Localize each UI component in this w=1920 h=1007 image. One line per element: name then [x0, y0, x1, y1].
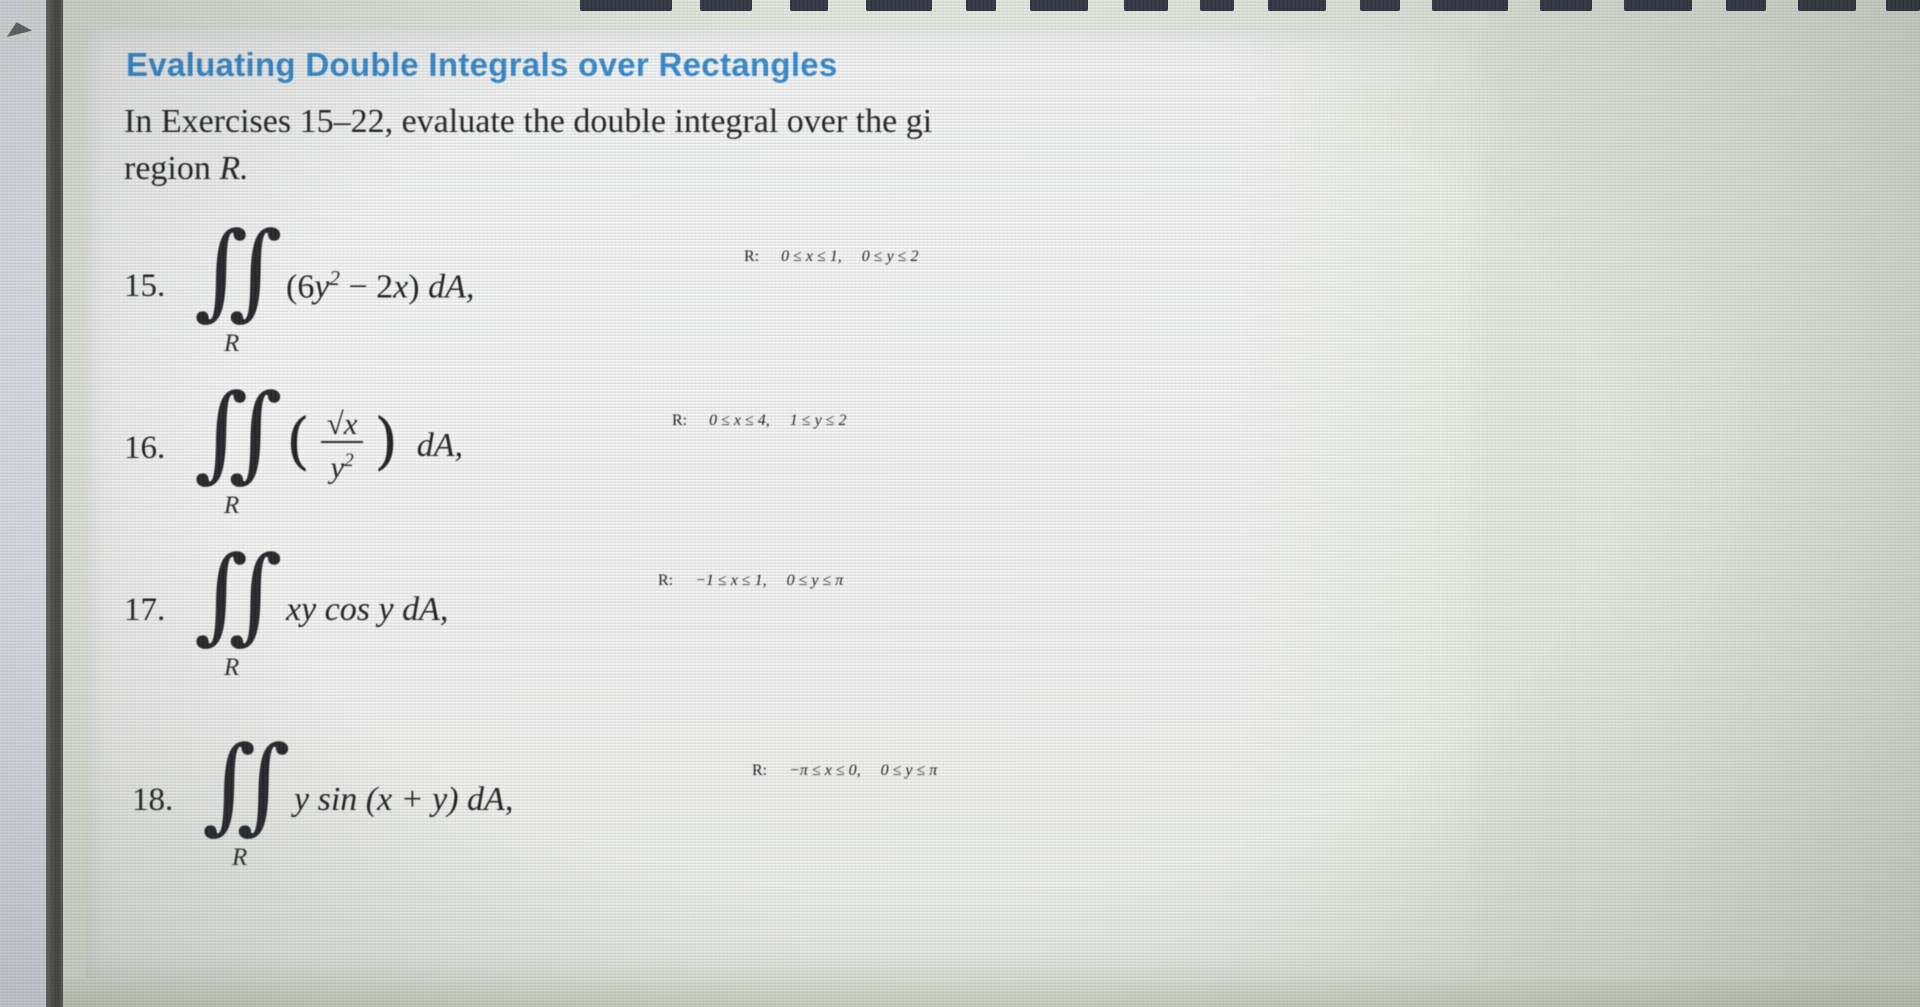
integral-subscript: R: [224, 492, 240, 519]
section-heading: Evaluating Double Integrals over Rectang…: [126, 46, 838, 83]
integrand-expression: (6y2 − 2x) dA,: [286, 265, 475, 306]
double-integral-icon: ∬ R: [194, 533, 283, 681]
integrand-expression: y sin (x + y) dA,: [294, 781, 514, 818]
right-paren: ): [373, 403, 399, 477]
region-bounds: −1 ≤ x ≤ 1, 0 ≤ y ≤ π: [695, 572, 844, 589]
text-clip-right-edge: [1288, 86, 1498, 156]
exercise-item-18: 18. ∬ R y sin (x + y) dA,: [132, 723, 514, 871]
exercise-17-region: R: −1 ≤ x ≤ 1, 0 ≤ y ≤ π: [658, 572, 843, 590]
intro-region-symbol: R.: [219, 150, 249, 187]
region-bounds: −π ≤ x ≤ 0, 0 ≤ y ≤ π: [789, 762, 938, 779]
integral-subscript: R: [224, 330, 240, 357]
region-label: R:: [672, 412, 688, 429]
integrand-expression: ( √x y2 ) dA,: [282, 405, 463, 485]
integral-subscript: R: [232, 844, 248, 871]
region-label: R:: [752, 762, 768, 779]
differential: dA,: [416, 426, 463, 464]
intro-paragraph-line1: In Exercises 15–22, evaluate the double …: [124, 103, 933, 140]
exercise-number: 18.: [132, 781, 174, 818]
fraction: √x y2: [320, 405, 364, 485]
exercise-16-region: R: 0 ≤ x ≤ 4, 1 ≤ y ≤ 2: [672, 412, 846, 430]
screen-photo: Evaluating Double Integrals over Rectang…: [0, 0, 1920, 1007]
exercise-item-17: 17. ∬ R xy cos y dA,: [124, 533, 449, 681]
left-paren: (: [286, 403, 311, 477]
region-label: R:: [744, 248, 760, 265]
fraction-numerator: √x: [326, 405, 358, 441]
double-integral-icon: ∬ R: [194, 371, 283, 519]
exercise-15-region: R: 0 ≤ x ≤ 1, 0 ≤ y ≤ 2: [744, 248, 918, 266]
region-bounds: 0 ≤ x ≤ 1, 0 ≤ y ≤ 2: [781, 248, 919, 265]
exercise-item-16: 16. ∬ R ( √x y2 ) dA,: [124, 371, 463, 519]
exercise-number: 15.: [124, 267, 166, 304]
integral-subscript: R: [224, 654, 240, 681]
fraction-bar: [320, 440, 364, 443]
intro-region-word: region: [124, 150, 220, 187]
region-label: R:: [658, 572, 674, 589]
exercise-number: 17.: [124, 591, 166, 628]
double-integral-icon: ∬ R: [194, 209, 283, 357]
double-integral-icon: ∬ R: [202, 723, 291, 871]
fraction-denominator: y2: [330, 449, 354, 485]
exercise-number: 16.: [124, 429, 166, 466]
region-bounds: 0 ≤ x ≤ 4, 1 ≤ y ≤ 2: [709, 412, 847, 429]
integrand-expression: xy cos y dA,: [286, 591, 449, 628]
intro-paragraph-line2: region R.: [124, 150, 249, 188]
exercise-item-15: 15. ∬ R (6y2 − 2x) dA,: [124, 209, 475, 357]
exercise-18-region: R: −π ≤ x ≤ 0, 0 ≤ y ≤ π: [752, 762, 937, 780]
